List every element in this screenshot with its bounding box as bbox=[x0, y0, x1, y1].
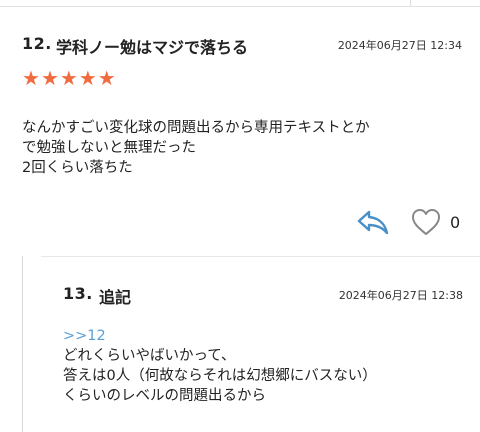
comment-date: 2024年06月27日 12:38 bbox=[338, 289, 463, 302]
divider-tick bbox=[410, 0, 411, 6]
comment-title: 追記 bbox=[99, 288, 132, 307]
top-divider bbox=[0, 0, 480, 7]
comment-title: 学科ノー勉はマジで落ちる bbox=[56, 38, 249, 57]
comment-body: なんかすごい変化球の問題出るから専用テキストとか で勉強しないと無理だった 2回… bbox=[22, 118, 467, 178]
comment-body-line: どれくらいやばいかって、 bbox=[63, 348, 236, 364]
comment-date: 2024年06月27日 12:34 bbox=[337, 39, 462, 52]
star-icon: ★ bbox=[78, 66, 97, 90]
reply-anchor-link[interactable]: >>12 bbox=[63, 328, 106, 344]
reply-thread: 13. 追記 2024年06月27日 12:38 >>12 どれくらいやばいかっ… bbox=[22, 256, 480, 432]
comment-number: 13. bbox=[63, 284, 93, 303]
comment-header: 12. 学科ノー勉はマジで落ちる 2024年06月27日 12:34 bbox=[22, 34, 462, 58]
star-icon: ★ bbox=[59, 66, 78, 90]
comment-thread: 12. 学科ノー勉はマジで落ちる 2024年06月27日 12:34 ★ ★ ★… bbox=[0, 0, 480, 432]
like-button[interactable] bbox=[410, 207, 442, 237]
comment-header: 13. 追記 2024年06月27日 12:38 bbox=[63, 284, 463, 308]
comment-body: >>12 どれくらいやばいかって、 答えは0人（何故ならそれは幻想郷にバスない）… bbox=[63, 326, 479, 406]
comment-body-line: で勉強しないと無理だった bbox=[22, 140, 196, 156]
reply-button[interactable] bbox=[356, 207, 390, 237]
reply-divider bbox=[41, 256, 480, 257]
star-icon: ★ bbox=[97, 66, 116, 90]
star-rating: ★ ★ ★ ★ ★ bbox=[22, 67, 116, 89]
star-icon: ★ bbox=[40, 66, 59, 90]
comment-body-line: 2回くらい落ちた bbox=[22, 160, 133, 176]
star-icon: ★ bbox=[22, 66, 40, 90]
like-count: 0 bbox=[450, 213, 461, 232]
comment-actions: 0 bbox=[356, 205, 466, 241]
comment-body-line: なんかすごい変化球の問題出るから専用テキストとか bbox=[22, 120, 370, 136]
heart-icon bbox=[412, 209, 440, 235]
comment-body-line: くらいのレベルの問題出るから bbox=[63, 388, 266, 404]
reply-arrow-icon bbox=[357, 210, 389, 235]
comment-number: 12. bbox=[22, 34, 52, 53]
comment-body-line: 答えは0人（何故ならそれは幻想郷にバスない） bbox=[63, 368, 377, 384]
